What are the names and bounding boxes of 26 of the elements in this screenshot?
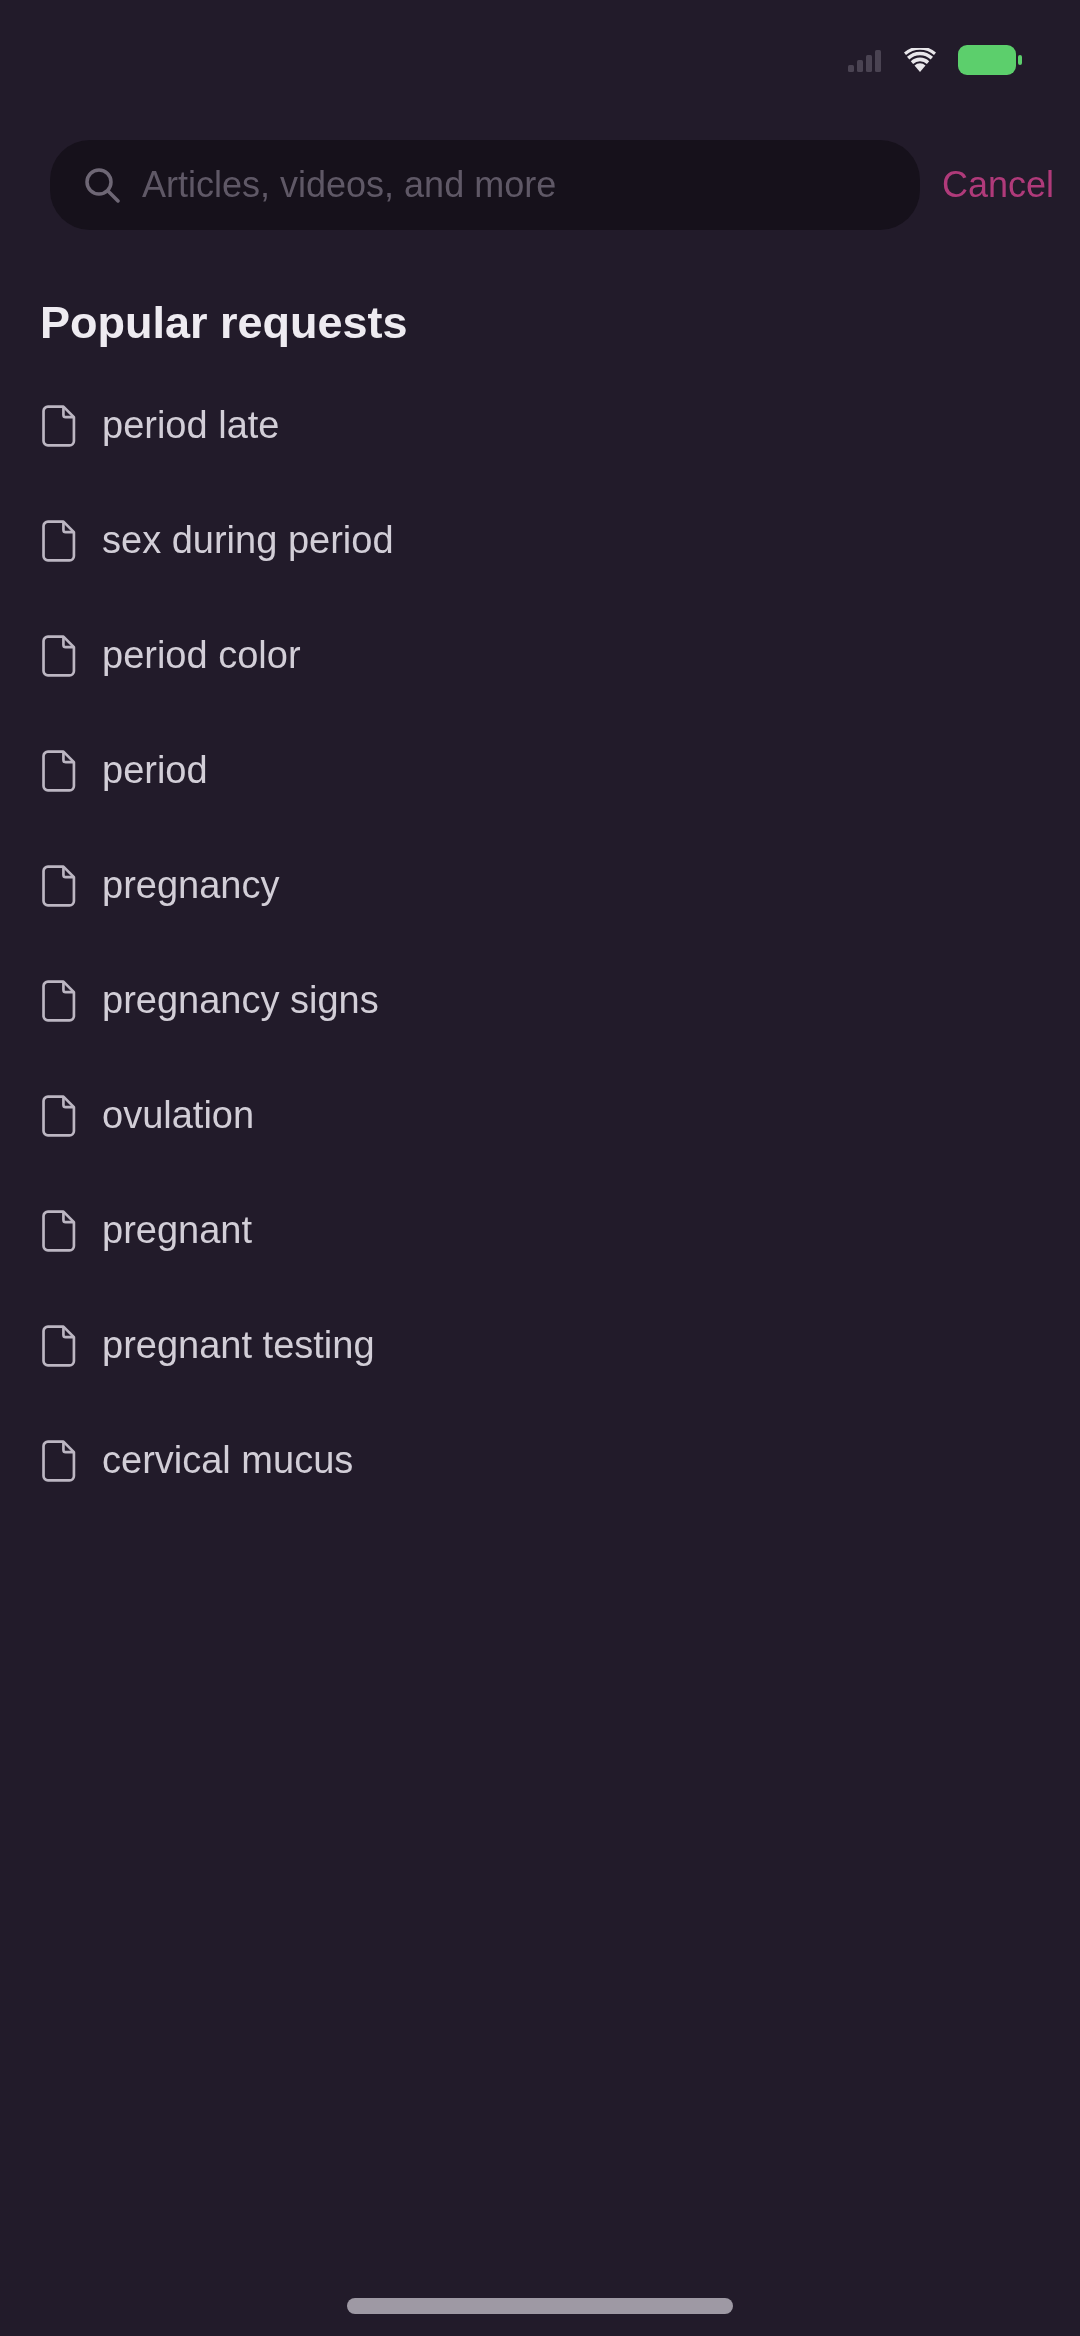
document-icon	[42, 1209, 76, 1252]
popular-request-item[interactable]: period late	[42, 368, 280, 483]
search-icon	[84, 167, 120, 203]
popular-request-item[interactable]: pregnancy signs	[42, 943, 379, 1058]
document-icon	[42, 519, 76, 562]
popular-request-item[interactable]: cervical mucus	[42, 1403, 354, 1518]
wifi-icon	[904, 48, 936, 72]
popular-request-item[interactable]: pregnant testing	[42, 1288, 375, 1403]
popular-request-item[interactable]: period color	[42, 598, 301, 713]
signal-icon	[848, 50, 882, 72]
document-icon	[42, 1439, 76, 1482]
popular-request-item[interactable]: pregnancy	[42, 828, 280, 943]
document-icon	[42, 749, 76, 792]
popular-request-item[interactable]: ovulation	[42, 1058, 255, 1173]
document-icon	[42, 404, 76, 447]
document-icon	[42, 864, 76, 907]
popular-request-item[interactable]: period	[42, 713, 208, 828]
document-icon	[42, 634, 76, 677]
document-icon	[42, 1324, 76, 1367]
document-icon	[42, 1094, 76, 1137]
search-field[interactable]: Articles, videos, and more	[50, 140, 920, 230]
battery-icon	[958, 45, 1022, 75]
document-icon	[42, 979, 76, 1022]
popular-request-item[interactable]: sex during period	[42, 483, 394, 598]
popular-request-item[interactable]: pregnant	[42, 1173, 252, 1288]
section-title: Popular requests	[40, 296, 408, 350]
